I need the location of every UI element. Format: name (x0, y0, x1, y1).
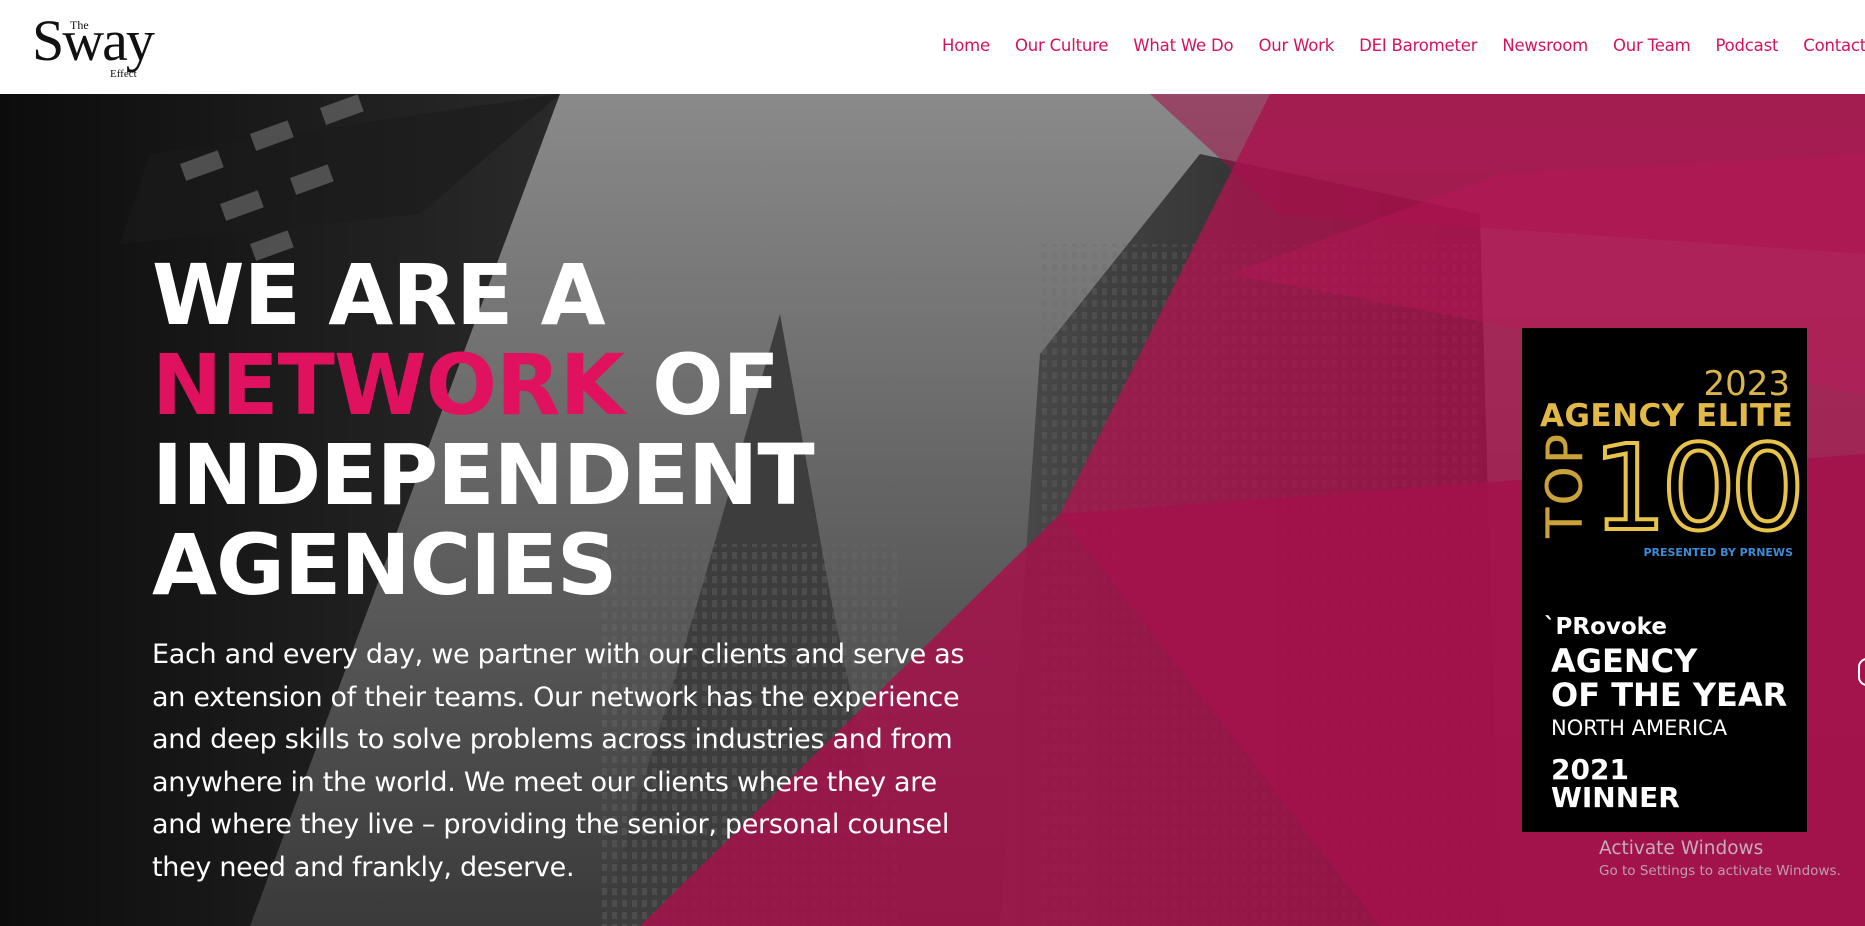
nav-podcast[interactable]: Podcast (1715, 36, 1778, 55)
windows-activation-watermark: Activate Windows Go to Settings to activ… (1599, 838, 1841, 879)
logo-top-text: The (70, 18, 89, 32)
site-header: Sway The Effect Home Our Culture What We… (0, 0, 1865, 94)
headline-line-4: AGENCIES (152, 516, 617, 614)
badge-award-line-1: AGENCY (1551, 642, 1698, 680)
badge-award-line-2: OF THE YEAR (1551, 676, 1788, 714)
badge-hundred: 100 (1590, 419, 1807, 557)
nav-what-we-do[interactable]: What We Do (1133, 36, 1233, 55)
watermark-subtitle: Go to Settings to activate Windows. (1599, 863, 1841, 879)
badge-winner-year: 2021 (1551, 753, 1629, 786)
headline-line-2: NETWORK OF (152, 340, 814, 430)
nav-contact-us[interactable]: Contact U (1803, 36, 1865, 55)
nav-dei-barometer[interactable]: DEI Barometer (1359, 36, 1477, 55)
badge-top: TOP (1536, 431, 1594, 538)
award-badge[interactable]: 2023 AGENCY ELITE TOP 100 PRESENTED BY P… (1522, 328, 1807, 832)
hero-section: WE ARE A NETWORK OF INDEPENDENT AGENCIES… (0, 94, 1865, 926)
badge-presented-by: PRESENTED BY PRNEWS (1643, 546, 1793, 559)
badge-award-title: AGENCY OF THE YEAR (1551, 644, 1787, 712)
headline-of: OF (623, 336, 780, 434)
scroll-indicator-icon[interactable] (1858, 658, 1865, 686)
logo-main-text: Sway (32, 8, 155, 73)
headline-network-accent: NETWORK (152, 336, 625, 434)
main-nav: Home Our Culture What We Do Our Work DEI… (942, 36, 1865, 55)
hero-body-text: Each and every day, we partner with our … (152, 639, 965, 883)
watermark-title: Activate Windows (1599, 838, 1764, 859)
nav-our-team[interactable]: Our Team (1613, 36, 1691, 55)
headline-line-1: WE ARE A (152, 246, 606, 344)
badge-winner: 2021 WINNER (1551, 756, 1680, 812)
nav-our-culture[interactable]: Our Culture (1015, 36, 1109, 55)
sway-effect-logo[interactable]: Sway The Effect (32, 12, 182, 84)
badge-region: NORTH AMERICA (1551, 716, 1728, 740)
headline-line-3: INDEPENDENT (152, 426, 815, 524)
badge-winner-label: WINNER (1551, 781, 1680, 814)
badge-provoke-logo: `PRovoke (1544, 614, 1667, 640)
hero-headline: WE ARE A NETWORK OF INDEPENDENT AGENCIES (152, 246, 815, 614)
nav-newsroom[interactable]: Newsroom (1502, 36, 1588, 55)
nav-home[interactable]: Home (942, 36, 990, 55)
logo-bottom-text: Effect (110, 68, 137, 80)
nav-our-work[interactable]: Our Work (1258, 36, 1334, 55)
